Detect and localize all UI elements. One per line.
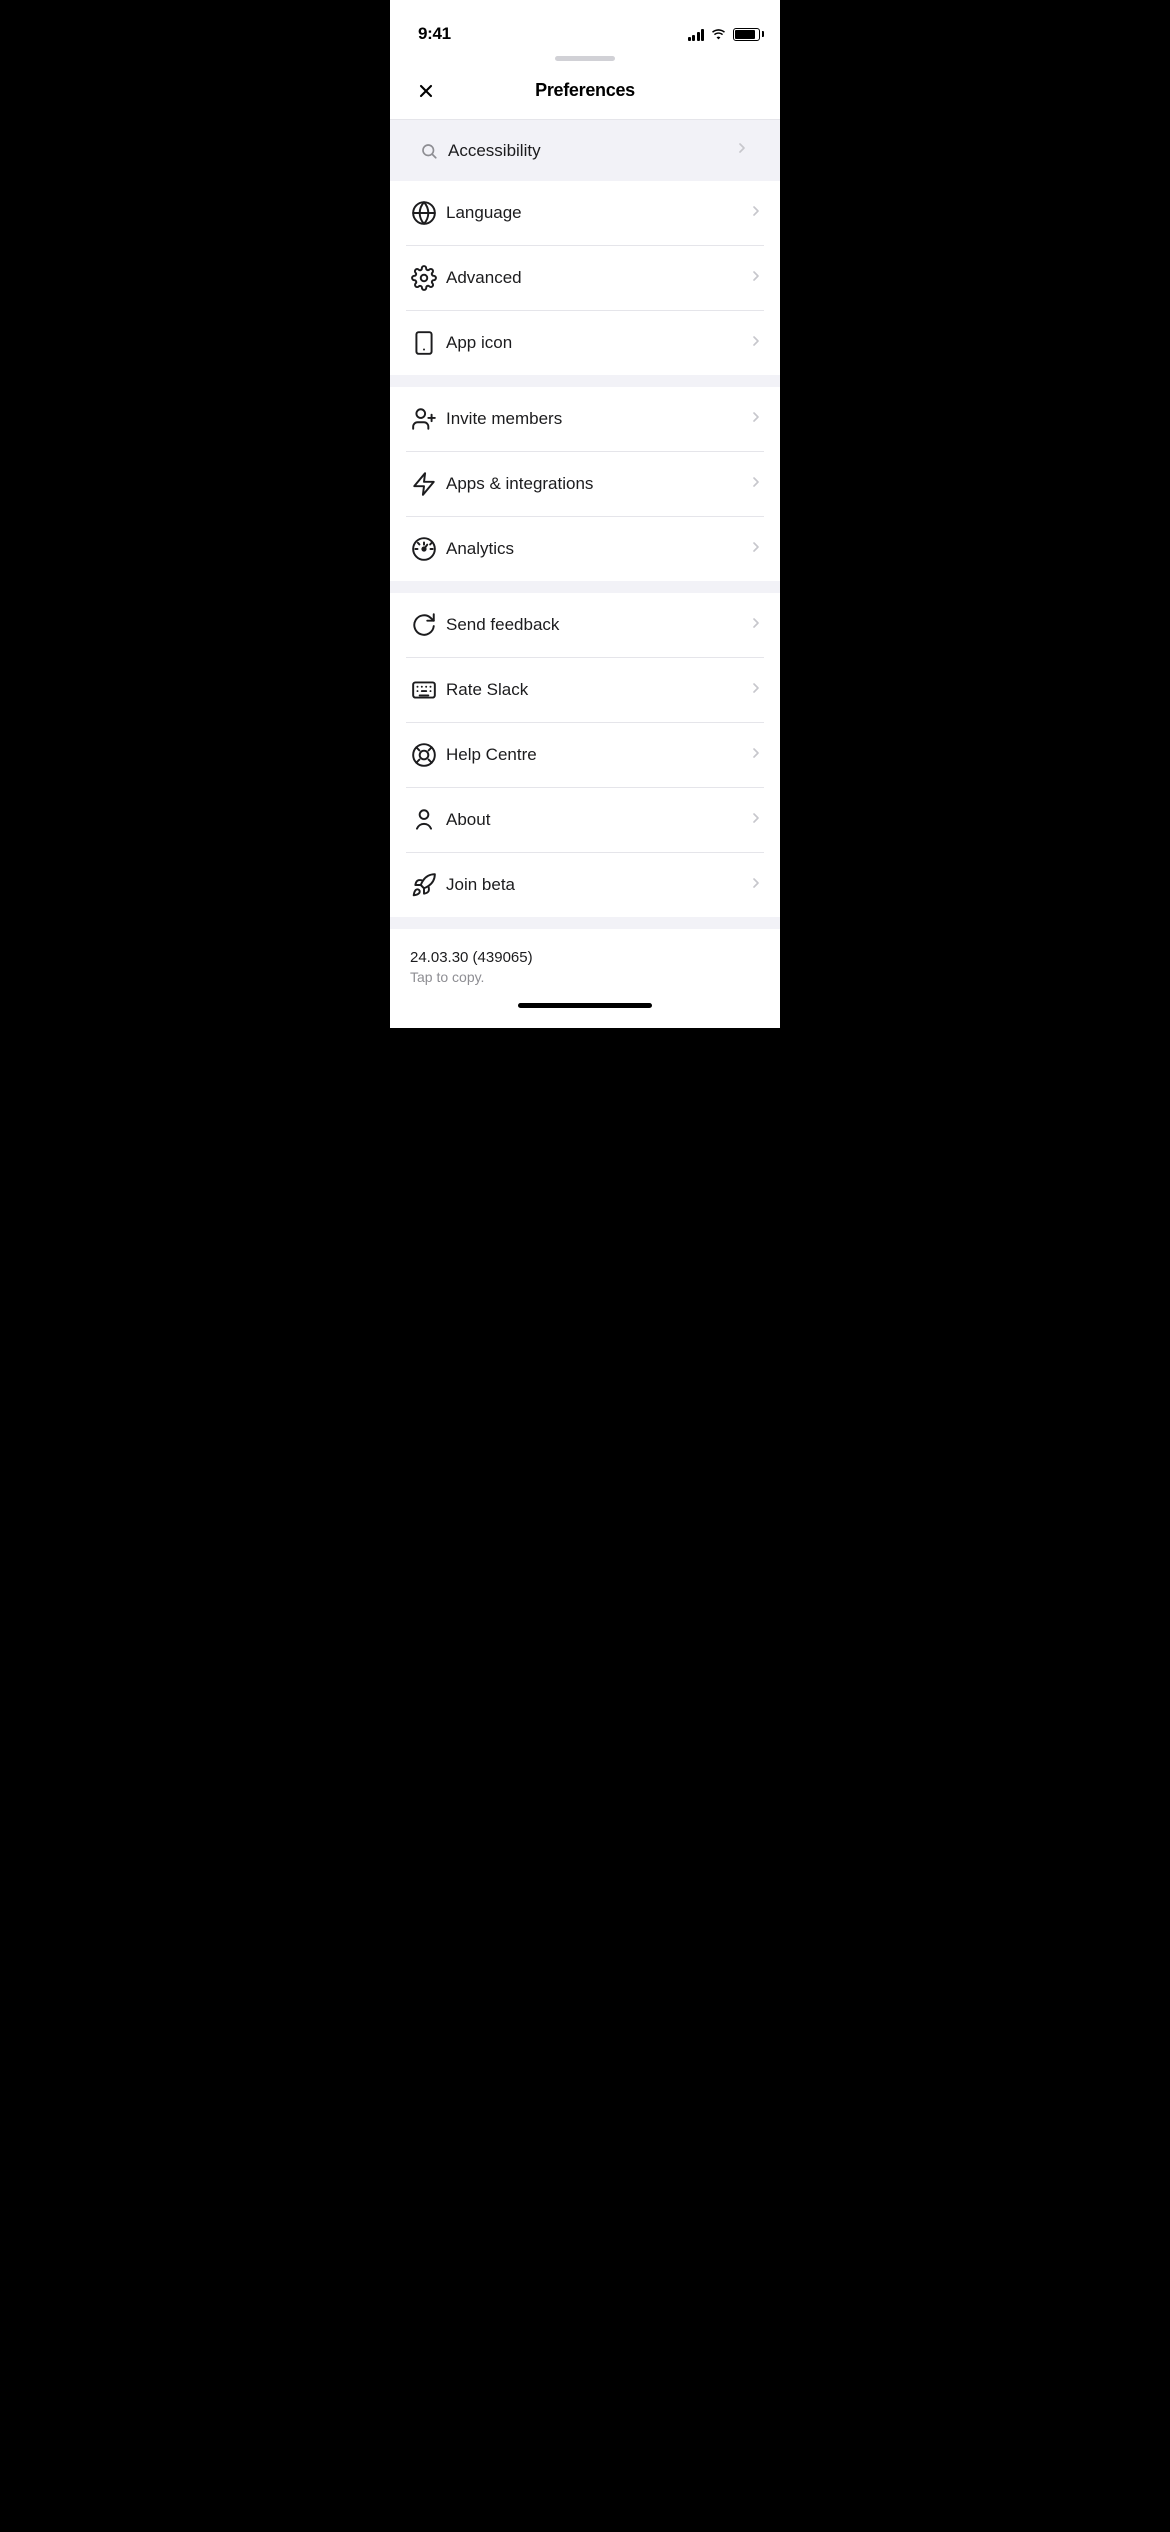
section-support: Send feedback	[390, 593, 780, 917]
divider-3	[390, 917, 780, 929]
apps-integrations-label: Apps & integrations	[446, 474, 748, 494]
battery-icon	[733, 28, 760, 41]
help-centre-label: Help Centre	[446, 745, 748, 765]
search-section: Accessibility	[390, 120, 780, 181]
phone-icon	[406, 325, 442, 361]
section-general: Language Advanced	[390, 181, 780, 375]
invite-members-label: Invite members	[446, 409, 748, 429]
arrow-refresh-icon	[406, 607, 442, 643]
invite-members-chevron	[748, 409, 764, 430]
send-feedback-label: Send feedback	[446, 615, 748, 635]
apps-integrations-item[interactable]: Apps & integrations	[406, 452, 764, 517]
pull-indicator	[390, 54, 780, 62]
page-title: Preferences	[535, 80, 635, 101]
close-button[interactable]	[410, 75, 442, 107]
bolt-icon	[406, 466, 442, 502]
globe-icon	[406, 195, 442, 231]
help-centre-item[interactable]: Help Centre	[406, 723, 764, 788]
life-ring-icon	[406, 737, 442, 773]
rate-slack-item[interactable]: Rate Slack	[406, 658, 764, 723]
apps-integrations-chevron	[748, 474, 764, 495]
divider-2	[390, 581, 780, 593]
send-feedback-item[interactable]: Send feedback	[406, 593, 764, 658]
advanced-item[interactable]: Advanced	[406, 246, 764, 311]
accessibility-item[interactable]: Accessibility	[406, 130, 764, 171]
language-item[interactable]: Language	[406, 181, 764, 246]
version-section[interactable]: 24.03.30 (439065) Tap to copy.	[390, 929, 780, 995]
advanced-label: Advanced	[446, 268, 748, 288]
accessibility-chevron	[734, 140, 750, 161]
analytics-label: Analytics	[446, 539, 748, 559]
status-icons	[688, 28, 761, 41]
rate-slack-label: Rate Slack	[446, 680, 748, 700]
wifi-icon	[710, 28, 727, 41]
rocket-icon	[406, 867, 442, 903]
home-bar	[518, 1003, 652, 1008]
join-beta-label: Join beta	[446, 875, 748, 895]
advanced-gear-icon	[406, 260, 442, 296]
person-plus-icon	[406, 401, 442, 437]
join-beta-item[interactable]: Join beta	[406, 853, 764, 917]
accessibility-label: Accessibility	[448, 141, 724, 161]
section-team: Invite members Apps & integrations	[390, 387, 780, 581]
analytics-chevron	[748, 539, 764, 560]
divider-1	[390, 375, 780, 387]
version-number: 24.03.30 (439065)	[410, 949, 760, 966]
join-beta-chevron	[748, 875, 764, 896]
invite-members-item[interactable]: Invite members	[406, 387, 764, 452]
keyboard-icon	[406, 672, 442, 708]
about-item[interactable]: About	[406, 788, 764, 853]
app-icon-label: App icon	[446, 333, 748, 353]
person-info-icon	[406, 802, 442, 838]
send-feedback-chevron	[748, 615, 764, 636]
language-chevron	[748, 203, 764, 224]
gauge-icon	[406, 531, 442, 567]
about-label: About	[446, 810, 748, 830]
home-indicator	[390, 995, 780, 1028]
help-centre-chevron	[748, 745, 764, 766]
version-tap-hint: Tap to copy.	[410, 969, 760, 985]
signal-icon	[688, 28, 705, 41]
app-icon-item[interactable]: App icon	[406, 311, 764, 375]
analytics-item[interactable]: Analytics	[406, 517, 764, 581]
status-bar: 9:41	[390, 0, 780, 54]
about-chevron	[748, 810, 764, 831]
app-icon-chevron	[748, 333, 764, 354]
status-time: 9:41	[418, 24, 451, 44]
rate-slack-chevron	[748, 680, 764, 701]
advanced-chevron	[748, 268, 764, 289]
preferences-header: Preferences	[390, 62, 780, 120]
search-icon	[420, 142, 438, 160]
language-label: Language	[446, 203, 748, 223]
